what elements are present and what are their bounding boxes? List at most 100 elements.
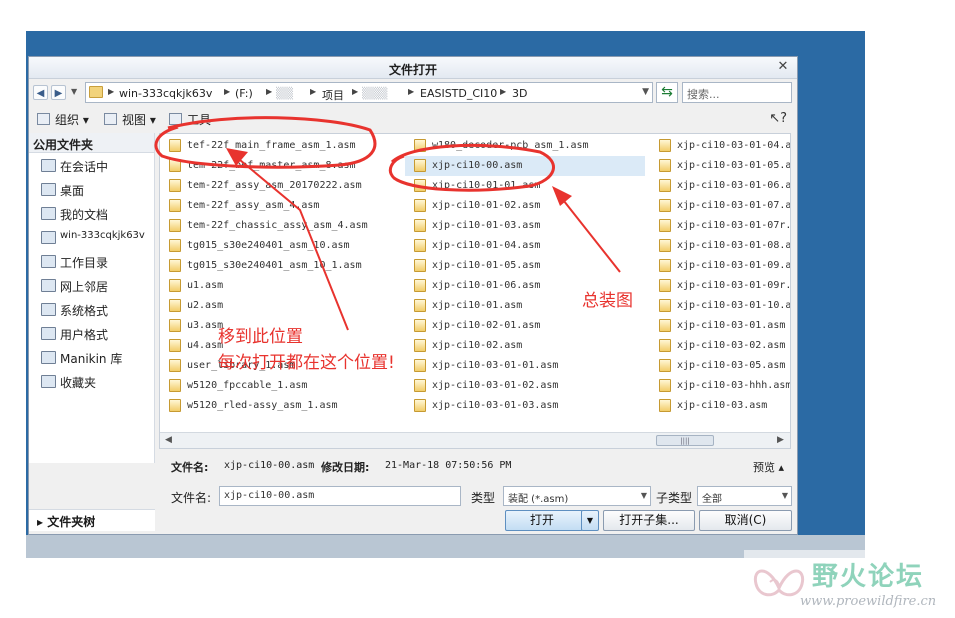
- file-name: xjp-ci10-03-01-07r.: [677, 220, 791, 231]
- type-select[interactable]: 装配 (*.asm) ▼: [503, 486, 651, 506]
- folder-icon: [89, 86, 103, 98]
- file-item[interactable]: xjp-ci10-00.asm: [405, 156, 645, 176]
- file-name: xjp-ci10-03-01-03.asm: [432, 400, 559, 411]
- file-item[interactable]: xjp-ci10-01-01.asm: [405, 176, 645, 196]
- file-item[interactable]: xjp-ci10-03-01-07.a: [650, 196, 791, 216]
- help-icon[interactable]: ↖?: [769, 111, 787, 126]
- assembly-file-icon: [414, 399, 426, 412]
- assembly-file-icon: [414, 239, 426, 252]
- file-item[interactable]: tef-22f_main_frame_asm_1.asm: [160, 136, 400, 156]
- sidebar-item[interactable]: 在会话中: [29, 153, 154, 177]
- file-item[interactable]: xjp-ci10-03-05.asm: [650, 356, 790, 376]
- sidebar-item[interactable]: 系统格式: [29, 297, 154, 321]
- breadcrumb-separator-icon: ▶: [500, 87, 507, 96]
- file-name: xjp-ci10-03-01-07.a: [677, 200, 791, 211]
- file-item[interactable]: xjp-ci10-03-01-07r.: [650, 216, 791, 236]
- file-item[interactable]: xjp-ci10-02.asm: [405, 336, 645, 356]
- open-dropdown-button[interactable]: ▼: [581, 510, 599, 531]
- scrollbar-thumb[interactable]: ||||: [656, 435, 714, 446]
- chevron-down-icon[interactable]: ▼: [642, 87, 649, 97]
- horizontal-scrollbar[interactable]: ◀ |||| ▶: [160, 432, 790, 448]
- open-button[interactable]: 打开: [505, 510, 583, 531]
- file-item[interactable]: tem-22f_assy_asm_20170222.asm: [160, 176, 400, 196]
- sidebar-item-label: 我的文档: [60, 208, 109, 222]
- file-name: xjp-ci10-01-06.asm: [432, 280, 541, 291]
- file-name: u2.asm: [187, 300, 224, 311]
- file-item[interactable]: xjp-ci10-03-01-08.a: [650, 236, 790, 256]
- file-item[interactable]: w180_decoder-pcb_asm_1.asm: [405, 136, 645, 156]
- breadcrumb-project[interactable]: 项目: [322, 87, 344, 103]
- address-bar[interactable]: ▶ win-333cqkjk63v ▶ (F:) ▶ ▒▒ ▶ 项目 ▶ ▒▒▒…: [85, 82, 653, 103]
- file-item[interactable]: xjp-ci10-01-02.asm: [405, 196, 645, 216]
- file-item[interactable]: xjp-ci10-03-01-04.a: [650, 136, 790, 156]
- file-item[interactable]: xjp-ci10-03-01-03.asm: [405, 396, 645, 416]
- sidebar-item[interactable]: 网上邻居: [29, 273, 154, 297]
- file-item[interactable]: xjp-ci10-01-04.asm: [405, 236, 645, 256]
- file-item[interactable]: xjp-ci10-03.asm: [650, 396, 790, 416]
- back-arrow-icon[interactable]: ◀: [33, 85, 48, 100]
- sidebar-item[interactable]: 桌面: [29, 177, 154, 201]
- file-name: xjp-ci10-01-02.asm: [432, 200, 541, 211]
- scroll-left-icon[interactable]: ◀: [165, 435, 172, 445]
- sidebar-item[interactable]: 工作目录: [29, 249, 154, 273]
- folder-tree-toggle[interactable]: ▸ 文件夹树: [29, 509, 155, 531]
- tools-menu[interactable]: 工具: [187, 111, 211, 128]
- file-name: xjp-ci10-02.asm: [432, 340, 523, 351]
- sidebar-item[interactable]: 我的文档: [29, 201, 154, 225]
- file-item[interactable]: tem-22f_bef_master_asm_8.asm: [160, 156, 400, 176]
- file-item[interactable]: xjp-ci10-03-hhh.asm: [650, 376, 790, 396]
- close-icon[interactable]: ✕: [775, 59, 791, 75]
- file-item[interactable]: xjp-ci10-03-01.asm: [650, 316, 790, 336]
- file-item[interactable]: w5120_rled-assy_asm_1.asm: [160, 396, 400, 416]
- file-name: tem-22f_assy_asm_20170222.asm: [187, 180, 362, 191]
- history-dropdown-icon[interactable]: ▼: [71, 87, 77, 96]
- folder-icon: [41, 303, 56, 316]
- assembly-file-icon: [659, 259, 671, 272]
- subtype-select[interactable]: 全部 ▼: [697, 486, 792, 506]
- view-menu[interactable]: 视图 ▾: [122, 111, 156, 128]
- breadcrumb-separator-icon: ▶: [310, 87, 317, 96]
- preview-toggle[interactable]: 预览 ▴: [753, 459, 784, 475]
- file-item[interactable]: xjp-ci10-03-01-10.a: [650, 296, 790, 316]
- file-item[interactable]: xjp-ci10-03-01-02.asm: [405, 376, 645, 396]
- cancel-button[interactable]: 取消(C): [699, 510, 792, 531]
- file-item[interactable]: tg015_s30e240401_asm_10.asm: [160, 236, 400, 256]
- open-subset-button[interactable]: 打开子集...: [603, 510, 695, 531]
- file-item[interactable]: xjp-ci10-03-01-01.asm: [405, 356, 645, 376]
- open-label: 打开: [530, 513, 555, 527]
- assembly-file-icon: [414, 359, 426, 372]
- breadcrumb-3d[interactable]: 3D: [512, 87, 527, 100]
- breadcrumb-easistd[interactable]: EASISTD_CI10: [420, 87, 497, 100]
- working-dir-icon: [41, 255, 56, 268]
- sidebar-item[interactable]: 收藏夹: [29, 369, 154, 393]
- file-item[interactable]: tem-22f_assy_asm_4.asm: [160, 196, 400, 216]
- search-input[interactable]: 搜索...: [682, 82, 792, 103]
- refresh-icon[interactable]: ⇆: [656, 82, 678, 103]
- file-item[interactable]: xjp-ci10-02-01.asm: [405, 316, 645, 336]
- file-item[interactable]: xjp-ci10-01-03.asm: [405, 216, 645, 236]
- file-list[interactable]: ◀ |||| ▶ tef-22f_main_frame_asm_1.asm tem…: [159, 133, 791, 449]
- breadcrumb-obscured[interactable]: ▒▒▒: [362, 87, 387, 100]
- breadcrumb-drive[interactable]: (F:): [235, 87, 253, 100]
- file-item[interactable]: u1.asm: [160, 276, 400, 296]
- file-item[interactable]: tem-22f_chassic_assy_asm_4.asm: [160, 216, 400, 236]
- file-item[interactable]: u2.asm: [160, 296, 400, 316]
- file-item[interactable]: xjp-ci10-03-01-05.a: [650, 156, 790, 176]
- file-item[interactable]: xjp-ci10-03-02.asm: [650, 336, 790, 356]
- file-item[interactable]: tg015_s30e240401_asm_10_1.asm: [160, 256, 400, 276]
- sidebar-item[interactable]: win-333cqkjk63v: [29, 225, 154, 249]
- forward-arrow-icon[interactable]: ▶: [51, 85, 66, 100]
- file-item[interactable]: w5120_fpccable_1.asm: [160, 376, 400, 396]
- breadcrumb-obscured[interactable]: ▒▒: [276, 87, 293, 100]
- file-item[interactable]: xjp-ci10-03-01-09r.: [650, 276, 790, 296]
- filename-input[interactable]: xjp-ci10-00.asm: [219, 486, 461, 506]
- organize-menu[interactable]: 组织 ▾: [55, 111, 89, 128]
- file-item[interactable]: xjp-ci10-03-01-09.a: [650, 256, 790, 276]
- title-bar[interactable]: 文件打开 ✕: [29, 57, 797, 79]
- sidebar-item[interactable]: 用户格式: [29, 321, 154, 345]
- breadcrumb-computer[interactable]: win-333cqkjk63v: [119, 87, 212, 100]
- scroll-right-icon[interactable]: ▶: [777, 435, 784, 445]
- file-item[interactable]: xjp-ci10-01-05.asm: [405, 256, 645, 276]
- file-item[interactable]: xjp-ci10-03-01-06.a: [650, 176, 790, 196]
- sidebar-item[interactable]: Manikin 库: [29, 345, 154, 369]
